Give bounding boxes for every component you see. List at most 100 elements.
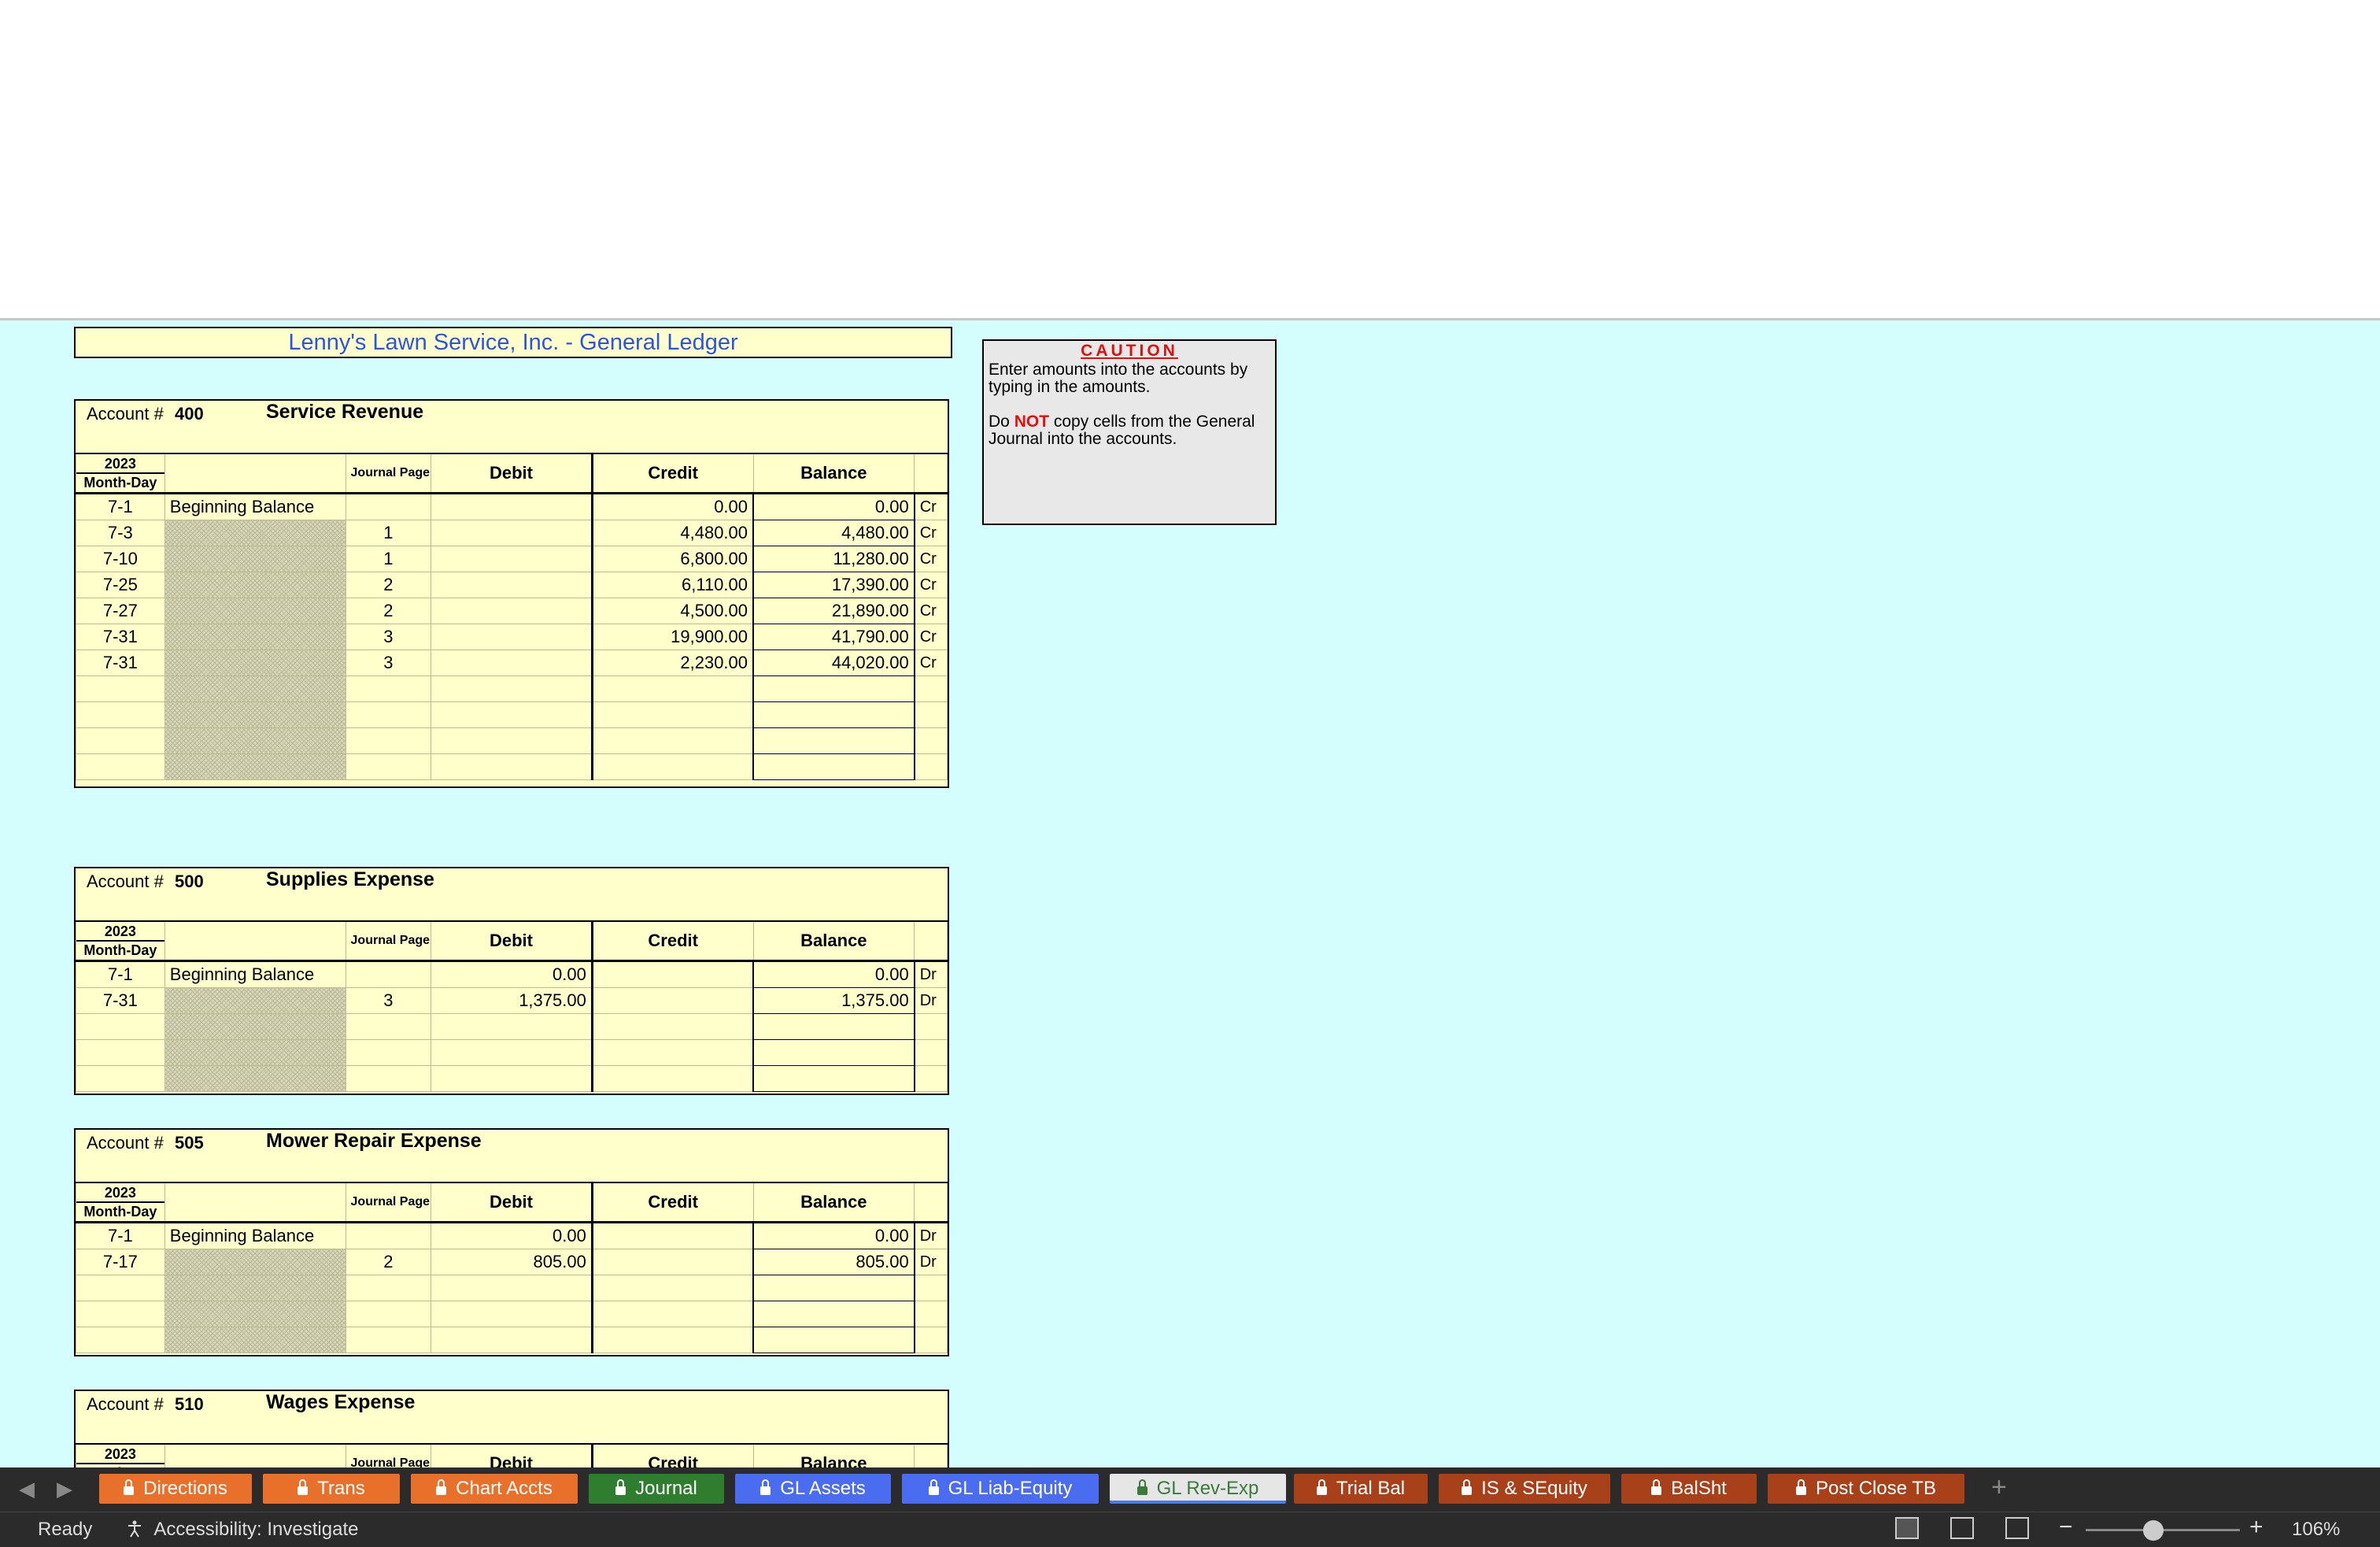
row-balance[interactable] xyxy=(753,1327,915,1353)
ledger-title[interactable]: Lenny's Lawn Service, Inc. - General Led… xyxy=(74,327,952,358)
row-debit[interactable] xyxy=(431,728,593,754)
row-credit[interactable] xyxy=(592,1066,753,1092)
row-balance[interactable] xyxy=(753,1275,915,1301)
row-debit[interactable] xyxy=(431,624,593,650)
row-drcr[interactable]: Dr xyxy=(915,1223,948,1249)
account-number[interactable]: 500 xyxy=(175,872,204,892)
row-date[interactable] xyxy=(76,754,165,780)
row-debit[interactable] xyxy=(431,520,593,546)
account-name[interactable]: Service Revenue xyxy=(266,401,423,424)
row-credit[interactable] xyxy=(592,754,753,780)
row-debit[interactable] xyxy=(431,1066,593,1092)
tab-journal[interactable]: Journal xyxy=(589,1474,724,1504)
row-credit[interactable]: 6,800.00 xyxy=(592,546,753,572)
tab-balsht[interactable]: BalSht xyxy=(1621,1474,1757,1504)
tab-directions[interactable]: Directions xyxy=(99,1474,252,1504)
row-credit[interactable] xyxy=(592,1275,753,1301)
row-date[interactable] xyxy=(76,676,165,702)
account-name[interactable]: Supplies Expense xyxy=(266,868,434,891)
row-journal-page[interactable] xyxy=(346,961,431,988)
row-debit[interactable]: 805.00 xyxy=(431,1249,593,1275)
row-journal-page[interactable] xyxy=(346,1275,431,1301)
row-balance[interactable]: 4,480.00 xyxy=(753,520,915,546)
tab-chart-accts[interactable]: Chart Accts xyxy=(411,1474,578,1504)
row-journal-page[interactable] xyxy=(346,1223,431,1249)
tab-gl-liab-equity[interactable]: GL Liab-Equity xyxy=(902,1474,1099,1504)
row-journal-page[interactable]: 3 xyxy=(346,624,431,650)
row-debit[interactable] xyxy=(431,1040,593,1066)
row-credit[interactable] xyxy=(592,1301,753,1327)
row-credit[interactable]: 4,500.00 xyxy=(592,598,753,624)
row-date[interactable]: 7-31 xyxy=(76,988,165,1014)
accessibility-status[interactable]: Accessibility: Investigate xyxy=(126,1519,358,1541)
row-description[interactable] xyxy=(164,572,346,598)
row-date[interactable] xyxy=(76,728,165,754)
row-debit[interactable] xyxy=(431,1327,593,1353)
tab-trans[interactable]: Trans xyxy=(263,1474,400,1504)
row-date[interactable]: 7-1 xyxy=(76,1223,165,1249)
row-drcr[interactable] xyxy=(915,702,948,728)
page-break-view-icon[interactable] xyxy=(2005,1517,2029,1539)
row-debit[interactable] xyxy=(431,1275,593,1301)
row-description[interactable] xyxy=(164,1301,346,1327)
row-drcr[interactable]: Cr xyxy=(915,598,948,624)
tab-gl-assets[interactable]: GL Assets xyxy=(735,1474,891,1504)
account-number[interactable]: 400 xyxy=(175,404,204,424)
row-journal-page[interactable] xyxy=(346,728,431,754)
row-journal-page[interactable] xyxy=(346,1327,431,1353)
row-date[interactable]: 7-17 xyxy=(76,1249,165,1275)
row-journal-page[interactable] xyxy=(346,676,431,702)
row-balance[interactable] xyxy=(753,754,915,780)
row-description[interactable]: Beginning Balance xyxy=(164,1223,346,1249)
row-drcr[interactable] xyxy=(915,1327,948,1353)
tab-trial-bal[interactable]: Trial Bal xyxy=(1294,1474,1428,1504)
row-description[interactable] xyxy=(164,988,346,1014)
row-journal-page[interactable]: 1 xyxy=(346,520,431,546)
row-description[interactable]: Beginning Balance xyxy=(164,494,346,520)
row-credit[interactable] xyxy=(592,1040,753,1066)
row-journal-page[interactable] xyxy=(346,1040,431,1066)
row-drcr[interactable] xyxy=(915,1040,948,1066)
row-debit[interactable] xyxy=(431,494,593,520)
row-description[interactable]: Beginning Balance xyxy=(164,961,346,988)
row-description[interactable] xyxy=(164,676,346,702)
row-drcr[interactable] xyxy=(915,728,948,754)
row-description[interactable] xyxy=(164,520,346,546)
account-name[interactable]: Wages Expense xyxy=(266,1391,415,1414)
row-credit[interactable] xyxy=(592,1249,753,1275)
row-description[interactable] xyxy=(164,754,346,780)
row-date[interactable] xyxy=(76,1066,165,1092)
zoom-slider-thumb[interactable] xyxy=(2143,1520,2164,1541)
row-debit[interactable]: 0.00 xyxy=(431,961,593,988)
row-date[interactable] xyxy=(76,1040,165,1066)
row-description[interactable] xyxy=(164,1327,346,1353)
add-sheet-icon[interactable]: + xyxy=(1991,1472,2007,1503)
row-credit[interactable]: 4,480.00 xyxy=(592,520,753,546)
row-description[interactable] xyxy=(164,1275,346,1301)
row-date[interactable] xyxy=(76,1275,165,1301)
row-drcr[interactable] xyxy=(915,676,948,702)
row-drcr[interactable] xyxy=(915,1301,948,1327)
row-balance[interactable] xyxy=(753,676,915,702)
account-number[interactable]: 510 xyxy=(175,1394,204,1415)
row-description[interactable] xyxy=(164,1249,346,1275)
row-debit[interactable] xyxy=(431,1301,593,1327)
row-credit[interactable]: 19,900.00 xyxy=(592,624,753,650)
row-drcr[interactable]: Cr xyxy=(915,546,948,572)
zoom-level[interactable]: 106% xyxy=(2292,1519,2340,1541)
row-description[interactable] xyxy=(164,1040,346,1066)
row-drcr[interactable]: Cr xyxy=(915,624,948,650)
row-credit[interactable] xyxy=(592,676,753,702)
row-balance[interactable] xyxy=(753,1040,915,1066)
page-layout-view-icon[interactable] xyxy=(1950,1517,1974,1539)
row-debit[interactable] xyxy=(431,546,593,572)
row-date[interactable]: 7-25 xyxy=(76,572,165,598)
row-date[interactable]: 7-1 xyxy=(76,494,165,520)
row-drcr[interactable]: Cr xyxy=(915,650,948,676)
tab-gl-rev-exp[interactable]: GL Rev-Exp xyxy=(1110,1474,1286,1504)
row-balance[interactable]: 0.00 xyxy=(753,961,915,988)
zoom-in-icon[interactable]: + xyxy=(2249,1514,2264,1541)
row-description[interactable] xyxy=(164,702,346,728)
row-credit[interactable] xyxy=(592,1327,753,1353)
row-date[interactable]: 7-3 xyxy=(76,520,165,546)
